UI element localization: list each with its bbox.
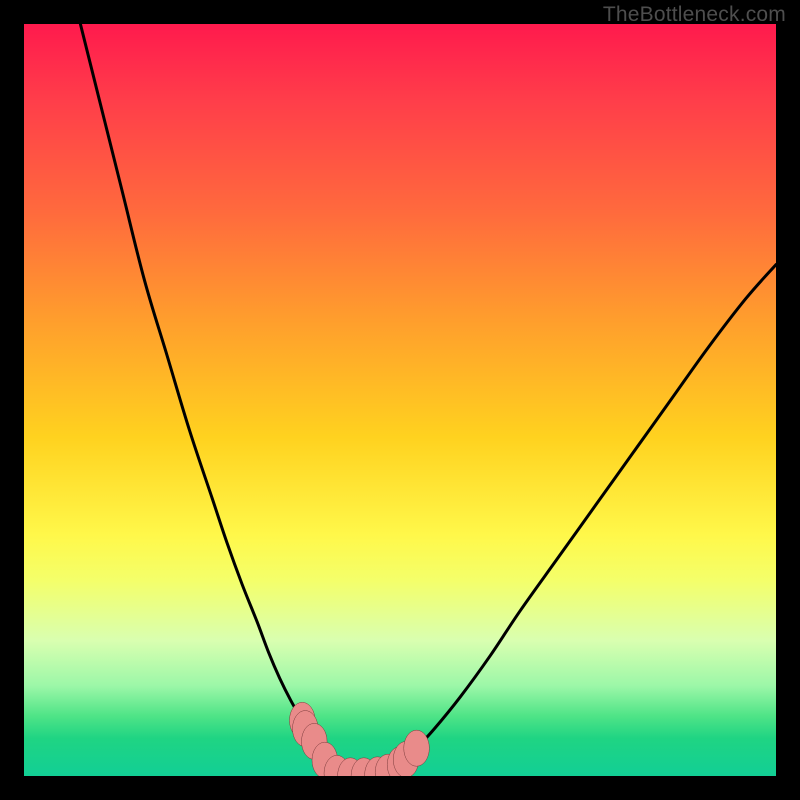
watermark-text: TheBottleneck.com (603, 3, 786, 27)
highlight-markers (289, 702, 429, 776)
plot-area (24, 24, 776, 776)
chart-svg (24, 24, 776, 776)
right-curve (389, 265, 776, 773)
outer-frame: TheBottleneck.com (0, 0, 800, 800)
left-curve (80, 24, 336, 773)
marker-point (404, 730, 430, 766)
